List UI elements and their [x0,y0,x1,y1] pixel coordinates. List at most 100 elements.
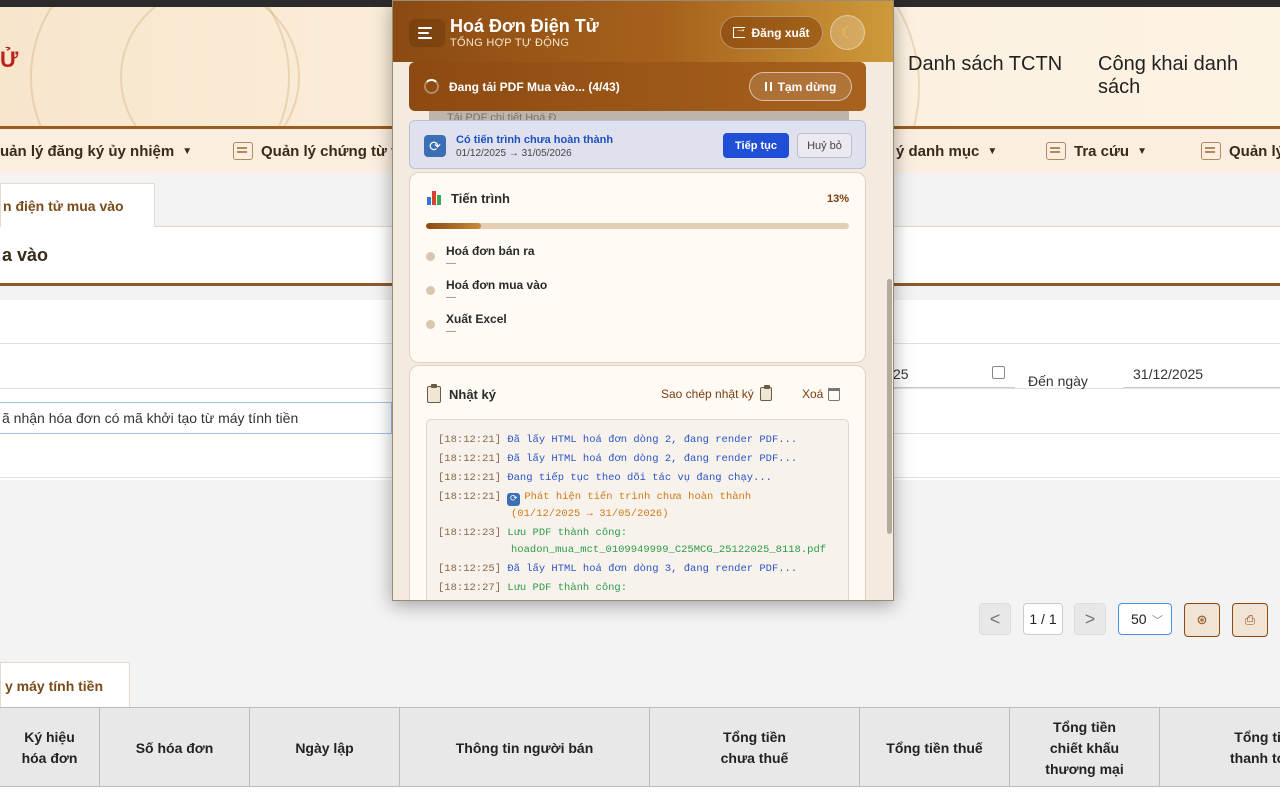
theme-toggle-button[interactable]: ☾ [830,15,865,50]
logout-button[interactable]: Đăng xuất [720,16,823,49]
invoice-type-select[interactable]: ã nhận hóa đơn có mã khởi tạo từ máy tín… [0,402,392,434]
document-icon [1046,142,1066,160]
progress-percent: 13% [826,193,849,205]
pause-icon [764,82,772,91]
sync-icon: ⟳ [507,493,521,506]
menu-button[interactable] [409,19,445,47]
log-entry: [18:12:21] Đang tiếp tục theo dõi tác vụ… [438,470,848,487]
log-message: Đã lấy HTML hoá đơn dòng 2, đang render … [507,434,798,446]
menu-tra-cuu[interactable]: Tra cứu ▼ [1046,129,1147,173]
resume-title: Có tiến trình chưa hoàn thành [456,134,614,146]
menu-label: Quản lý chứng từ th [261,142,406,160]
to-date-input[interactable]: 31/12/2025 [1123,360,1280,388]
settings-button[interactable]: ⊛ [1184,603,1220,637]
log-message: Phát hiện tiến trình chưa hoàn thành [524,491,752,503]
step-value: — [446,292,456,303]
column-header[interactable]: Tổng tiền chiết khấu thương mại [1010,708,1160,788]
menu-label: ý danh mục [896,142,980,160]
calendar-icon[interactable] [992,366,1005,379]
log-entry: [18:12:21] Đã lấy HTML hoá đơn dòng 2, đ… [438,451,848,468]
app-subtitle: TỔNG HỢP TỰ ĐỘNG [450,37,570,49]
copy-log-label: Sao chép nhật ký [661,387,754,401]
clear-log-button[interactable]: Xoá [802,387,841,401]
log-entry: [18:12:25] Đã lấy HTML hoá đơn dòng 3, đ… [438,561,848,578]
spinner-icon [424,79,439,94]
log-timestamp: [18:12:23] [438,527,508,539]
popup-content: Đang tải PDF Mua vào... (4/43) Tạm dừng … [393,62,893,600]
log-timestamp: [18:12:21] [438,434,508,446]
from-date-value: 25 [893,365,909,382]
log-timestamp: [18:12:21] [438,472,508,484]
tab-hoa-don-mua-vao[interactable]: n điện tử mua vào [0,183,155,227]
status-dot [426,286,435,295]
log-card: Nhật ký Sao chép nhật ký Xoá [18:12:21] … [409,365,866,600]
pause-button[interactable]: Tạm dừng [749,72,852,101]
status-dot [426,252,435,261]
logout-label: Đăng xuất [751,25,810,40]
resume-range: 01/12/2025 → 31/05/2026 [456,148,572,159]
copy-log-button[interactable]: Sao chép nhật ký [661,385,772,401]
page-size-select[interactable]: 50 ﹀ [1118,603,1172,635]
log-message-continued: (01/12/2025 → 31/05/2026) [511,508,669,520]
moon-icon: ☾ [840,24,855,42]
nav-danh-sach-tctn[interactable]: Danh sách TCTN [908,53,1062,76]
extension-popup: Hoá Đơn Điện Tử TỔNG HỢP TỰ ĐỘNG Đăng xu… [392,0,894,601]
nav-cong-khai-danh-sach[interactable]: Công khai danh sách [1098,53,1280,99]
column-header[interactable]: Tổng tiền thuế [860,708,1010,788]
log-timestamp: [18:12:27] [438,582,508,594]
log-output: [18:12:21] Đã lấy HTML hoá đơn dòng 2, đ… [426,419,849,600]
log-entry: [18:12:21] ⟳ Phát hiện tiến trình chưa ho… [438,489,848,523]
clipboard-icon [759,385,772,401]
menu-quan-ly[interactable]: Quản lý [1201,129,1280,173]
cancel-button[interactable]: Huỷ bỏ [797,133,852,158]
step-name: Hoá đơn mua vào [446,278,548,292]
log-message: Lưu PDF thành công: [507,582,628,594]
download-status-text: Đang tải PDF Mua vào... (4/43) [449,80,620,94]
continue-button[interactable]: Tiếp tục [723,133,789,158]
invoice-table-body [0,787,1280,800]
log-message: Lưu PDF thành công: [507,527,628,539]
progress-bar-fill [426,223,481,229]
menu-label: Tra cứu [1074,142,1130,160]
document-icon [1201,142,1221,160]
popup-scrollbar[interactable] [887,279,892,534]
column-header[interactable]: Tổng tiền chưa thuế [650,708,860,788]
menu-quan-ly-danh-muc[interactable]: ý danh mục ▼ [896,129,997,173]
log-timestamp: [18:12:25] [438,563,508,575]
log-message: Đã lấy HTML hoá đơn dòng 3, đang render … [507,563,798,575]
log-timestamp: [18:12:21] [438,491,508,503]
next-page-button[interactable]: > [1074,603,1106,635]
column-header[interactable]: Tổng ti thanh to [1160,708,1280,788]
hidden-task-row: Tải PDF chi tiết Hoá Đ [429,111,849,120]
sync-icon: ⟳ [424,135,446,157]
menu-quan-ly-dang-ky-uy-nhiem[interactable]: uản lý đăng ký ủy nhiệm ▼ [0,129,192,173]
resume-notice: ⟳ Có tiến trình chưa hoàn thành 01/12/20… [409,120,866,169]
prev-page-button[interactable]: < [979,603,1011,635]
column-header[interactable]: Số hóa đơn [100,708,250,788]
to-date-label: Đến ngày [1028,373,1088,389]
document-icon [233,142,253,160]
column-header[interactable]: Thông tin người bán [400,708,650,788]
from-date-input[interactable]: 25 [893,360,1015,388]
chevron-down-icon: ▼ [1137,145,1147,157]
print-button[interactable]: ⎙ [1232,603,1268,637]
progress-title: Tiến trình [427,190,510,206]
step-value: — [446,326,456,337]
log-entry: [18:12:21] Đã lấy HTML hoá đơn dòng 2, đ… [438,432,848,449]
menu-label: Quản lý [1229,142,1280,160]
popup-header: Hoá Đơn Điện Tử TỔNG HỢP TỰ ĐỘNG Đăng xu… [393,1,893,62]
column-header[interactable]: Ngày lập [250,708,400,788]
bar-chart-icon [427,190,443,206]
chevron-down-icon: ▼ [182,145,193,157]
log-message: Đã lấy HTML hoá đơn dòng 2, đang render … [507,453,798,465]
clipboard-icon [427,384,441,403]
menu-quan-ly-chung-tu[interactable]: Quản lý chứng từ th [233,129,405,173]
tab-may-tinh-tien[interactable]: y máy tính tiền [0,662,130,708]
page-size-value: 50 [1131,611,1147,627]
column-header[interactable]: Ký hiệu hóa đơn [0,708,100,788]
chevron-down-icon: ▼ [987,145,998,157]
invoice-table-header: Ký hiệu hóa đơn Số hóa đơn Ngày lập Thôn… [0,707,1280,788]
status-dot [426,320,435,329]
log-entry: [18:12:23] Lưu PDF thành công: hoadon_mua… [438,525,848,559]
progress-card: Tiến trình 13% Hoá đơn bán ra — Hoá đơn … [409,172,866,363]
